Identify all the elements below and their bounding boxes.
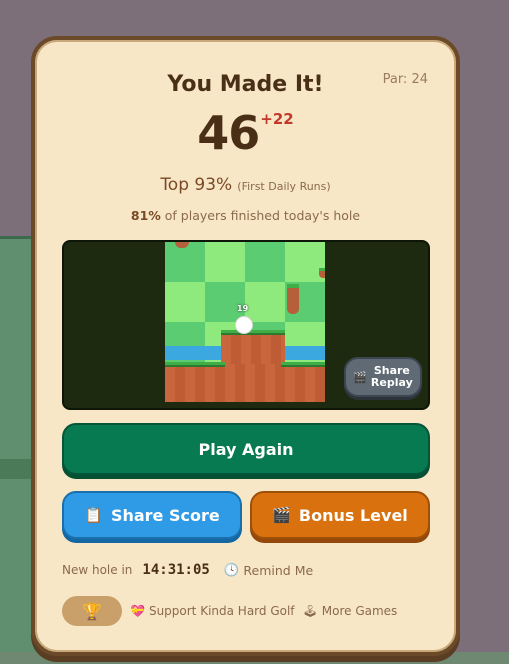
- heart-icon: 💝: [130, 604, 145, 618]
- share-replay-label: Share Replay: [371, 365, 413, 389]
- pillar: [287, 284, 299, 314]
- more-games-label: More Games: [321, 604, 398, 618]
- bonus-level-label: Bonus Level: [298, 505, 408, 525]
- level-thumbnail: 19: [165, 242, 325, 402]
- play-again-label: Play Again: [198, 439, 294, 459]
- timer-value: 14:31:05: [142, 562, 210, 578]
- bonus-level-button[interactable]: 🎬 Bonus Level: [250, 491, 430, 539]
- support-label: Support Kinda Hard Golf: [148, 604, 295, 618]
- ground: [165, 364, 325, 402]
- footer-links: 🏆 💝 Support Kinda Hard Golf 🕹 More Games: [62, 596, 397, 626]
- more-games-link[interactable]: 🕹 More Games: [303, 604, 398, 618]
- share-replay-line2: Replay: [370, 376, 413, 389]
- next-hole-timer: New hole in 14:31:05 🕓 Remind Me: [62, 560, 313, 580]
- rank-line: Top 93% (First Daily Runs): [35, 175, 456, 195]
- right-grass: [281, 362, 325, 367]
- clock-icon: 🕓: [223, 562, 240, 577]
- left-grass: [165, 362, 225, 367]
- share-score-button[interactable]: 📋 Share Score: [62, 491, 242, 539]
- rank-percent: Top 93%: [160, 175, 233, 195]
- trophy-icon: 🏆: [82, 601, 102, 621]
- finished-stat: 81% of players finished today's hole: [35, 208, 456, 223]
- leaderboard-button[interactable]: 🏆: [62, 596, 122, 626]
- tee-grass: [221, 330, 285, 335]
- support-link[interactable]: 💝 Support Kinda Hard Golf: [130, 604, 295, 618]
- score-over-par: +22: [260, 110, 294, 128]
- golf-ball: [235, 316, 253, 334]
- replay-preview[interactable]: 19 🎬 Share Replay: [62, 240, 430, 410]
- rank-note: (First Daily Runs): [237, 180, 331, 193]
- clapperboard-icon: 🎬: [272, 506, 291, 524]
- play-again-button[interactable]: Play Again: [62, 423, 430, 475]
- ball-stroke-count: 19: [237, 304, 249, 313]
- share-score-label: Share Score: [110, 505, 220, 525]
- results-dialog: Par: 24 You Made It! 46+22 Top 93% (Firs…: [31, 36, 460, 656]
- timer-label: New hole in: [62, 563, 133, 577]
- score-display: 46+22: [35, 106, 456, 160]
- finished-text: of players finished today's hole: [160, 208, 361, 223]
- checker-tile: [245, 242, 285, 282]
- joystick-icon: 🕹: [302, 604, 318, 618]
- score-value: 46: [197, 106, 260, 160]
- share-replay-button[interactable]: 🎬 Share Replay: [344, 357, 422, 397]
- checker-tile: [165, 242, 205, 282]
- remind-me-button[interactable]: 🕓 Remind Me: [224, 562, 313, 578]
- clipboard-icon: 📋: [84, 506, 103, 524]
- clapperboard-icon: 🎬: [353, 370, 367, 384]
- edge-block: [319, 268, 325, 278]
- tee-platform: [221, 334, 285, 364]
- dialog-title: You Made It!: [167, 72, 324, 97]
- finished-percent: 81%: [130, 208, 161, 223]
- remind-me-label: Remind Me: [243, 562, 314, 578]
